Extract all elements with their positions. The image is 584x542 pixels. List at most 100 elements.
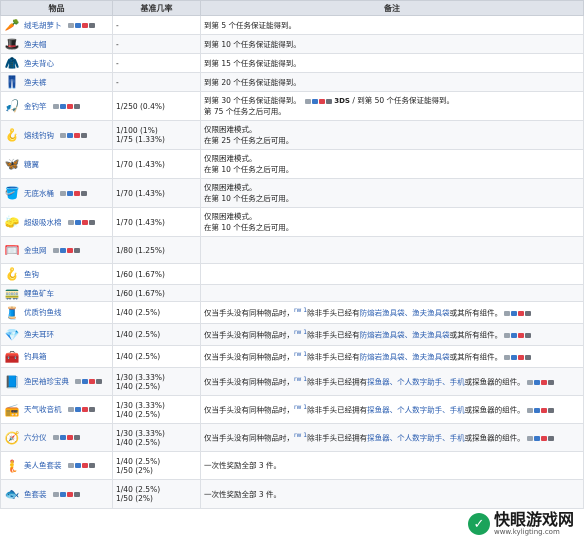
note-cell: 仅限困难模式。 在第 10 个任务之后可用。 [200,207,584,237]
note-cell [200,284,584,302]
note-cell [200,236,584,264]
watermark-title: 快眼游戏网 [493,510,574,529]
note-text-a: 除非手头已经有 [307,352,360,362]
item-name[interactable]: 鱼套装 [24,489,47,500]
item-name[interactable]: 钓具箱 [24,351,47,362]
item-cell: 🪝 熔线钓钩 [0,120,113,150]
rate-cell: 1/40 (2.5%) [112,323,201,346]
item-cell: 🧭 六分仪 [0,423,113,452]
item-cell: 🚃 鲤鱼矿车 [0,284,113,302]
footnote-link[interactable]: rw 1 [294,432,307,439]
item-name[interactable]: 渔夫帽 [24,39,47,50]
item-name[interactable]: 熔线钓钩 [24,130,54,141]
footnote-link[interactable]: rw 1 [294,307,307,314]
item-name[interactable]: 渔夫背心 [24,58,54,69]
table-row: 🐟 鱼套装 1/40 (2.5%) 1/50 (2%) 一次性奖励全部 3 件。 [0,479,584,509]
rate-cell: 1/100 (1%) 1/75 (1.33%) [112,120,201,150]
item-name[interactable]: 渔夫耳环 [24,329,54,340]
item-cell: 🎣 金钓竿 [0,91,113,121]
item-name[interactable]: 鱼钩 [24,269,39,280]
item-name[interactable]: 绒毛胡萝卜 [24,20,62,31]
watermark-logo-icon: ✓ [467,513,490,535]
note-cell [200,263,584,285]
note-text: 仅当手头没有同种物品时， [204,433,294,443]
rate-value-secondary: 1/75 (1.33%) [116,135,165,144]
note-text: 仅限困难模式。 [204,212,257,221]
item-cell: 📻 天气收音机 [0,395,113,424]
item-cell: 🪝 鱼钩 [0,263,113,285]
rate-value: 1/70 (1.43%) [116,188,165,198]
header-note: 备注 [200,0,584,16]
table-row: 🚃 鲤鱼矿车 1/60 (1.67%) [0,284,584,302]
item-name[interactable]: 美人鱼套装 [24,460,62,471]
note-cell: 到第 30 个任务保证能得到。 3DS / 到第 50 个任务保证能得到。第 7… [200,91,584,121]
item-name[interactable]: 金虫网 [24,245,47,256]
item-icon: 👖 [4,75,20,89]
item-name[interactable]: 渔夫裤 [24,77,47,88]
footnote-link[interactable]: rw 1 [294,404,307,411]
item-icon: 🥕 [4,18,20,32]
item-icon: 🪝 [4,128,20,142]
note-link[interactable]: 探鱼器、个人数字助手、手机 [367,405,465,414]
item-name[interactable]: 优质钓鱼线 [24,307,62,318]
rate-cell: 1/70 (1.43%) [112,207,201,237]
footnote-link[interactable]: rw 1 [294,329,307,336]
item-icon: 🧥 [4,56,20,70]
rate-cell: - [112,53,201,73]
platform-icons [60,132,87,138]
note-link[interactable]: 防熔岩渔具袋、渔夫渔具袋 [360,308,450,317]
platform-icons [305,98,333,104]
table-row: 🧭 六分仪 1/30 (3.33%) 1/40 (2.5%) 仅当手头没有同种物品时，… [0,423,584,452]
rate-cell: 1/40 (2.5%) [112,301,201,324]
rate-value: - [116,39,119,49]
item-name[interactable]: 六分仪 [24,432,47,443]
note-text-b: 或探鱼器的组件。 [464,433,525,443]
item-name[interactable]: 超级吸水棉 [24,217,62,228]
item-cell: 🥅 金虫网 [0,236,113,264]
note-link[interactable]: 探鱼器、个人数字助手、手机 [367,433,465,442]
table-row: 💎 渔夫耳环 1/40 (2.5%) 仅当手头没有同种物品时，rw 1除非手头已经有… [0,323,584,346]
rate-value: - [116,77,119,87]
rate-cell: 1/80 (1.25%) [112,236,201,264]
footnote-link[interactable]: rw 1 [294,376,307,383]
table-row: 🧰 钓具箱 1/40 (2.5%) 仅当手头没有同种物品时，rw 1除非手头已经有防… [0,345,584,368]
platform-icons [67,407,95,412]
item-cell: 📘 渔民袖珍宝典 [0,367,113,396]
rate-value-secondary: 1/40 (2.5%) [116,409,161,419]
note-link[interactable]: 防熔岩渔具袋、渔夫渔具袋 [360,352,450,361]
footnote-link[interactable]: rw 1 [294,351,307,358]
note-text: 仅当手头没有同种物品时， [204,330,294,340]
table-row: 📘 渔民袖珍宝典 1/30 (3.33%) 1/40 (2.5%) 仅当手头没有同种物… [0,367,584,396]
note-link[interactable]: 探鱼器、个人数字助手、手机 [367,377,465,386]
item-name[interactable]: 天气收音机 [24,404,62,415]
rate-cell: - [112,34,201,54]
item-icon: 🐟 [4,487,20,501]
item-icon: 🎣 [4,99,20,113]
note-link[interactable]: 防熔岩渔具袋、渔夫渔具袋 [360,330,450,339]
table-row: 🧜 美人鱼套装 1/40 (2.5%) 1/50 (2%) 一次性奖励全部 3 件。 [0,451,584,480]
item-name[interactable]: 鲤鱼矿车 [24,288,54,299]
note-text: 到第 20 个任务保证能得到。 [204,77,301,87]
rate-value: 1/30 (3.33%) [116,372,165,382]
item-name[interactable]: 金钓竿 [24,101,47,112]
item-cell: 👖 渔夫裤 [0,72,113,92]
rate-cell: - [112,72,201,92]
rate-cell: 1/250 (0.4%) [112,91,201,121]
rate-value: 1/70 (1.43%) [116,159,165,169]
note-text-a: 除非手头已经有 [307,308,360,318]
item-name[interactable]: 糖翼 [24,159,39,170]
table-row: 🪝 鱼钩 1/60 (1.67%) [0,263,584,285]
rate-cell: 1/40 (2.5%) 1/50 (2%) [112,479,201,509]
note-text-secondary: 在第 25 个任务之后可用。 [204,136,294,145]
note-cell: 仅限困难模式。 在第 25 个任务之后可用。 [200,120,584,150]
rate-value-secondary: 1/40 (2.5%) [116,437,161,447]
item-name[interactable]: 无底水桶 [24,188,54,199]
note-cell: 仅当手头没有同种物品时，rw 1除非手头已经拥有探鱼器、个人数字助手、手机或探鱼… [200,395,584,424]
item-icon: 🥅 [4,243,20,257]
item-name[interactable]: 渔民袖珍宝典 [24,376,69,387]
note-text: 仅当手头没有同种物品时， [204,377,294,387]
table-row: 📻 天气收音机 1/30 (3.33%) 1/40 (2.5%) 仅当手头没有同种物品… [0,395,584,424]
platform-icons [60,190,87,196]
note-text-b: 或其所有组件。 [449,308,503,318]
item-icon: 🧰 [4,349,20,364]
